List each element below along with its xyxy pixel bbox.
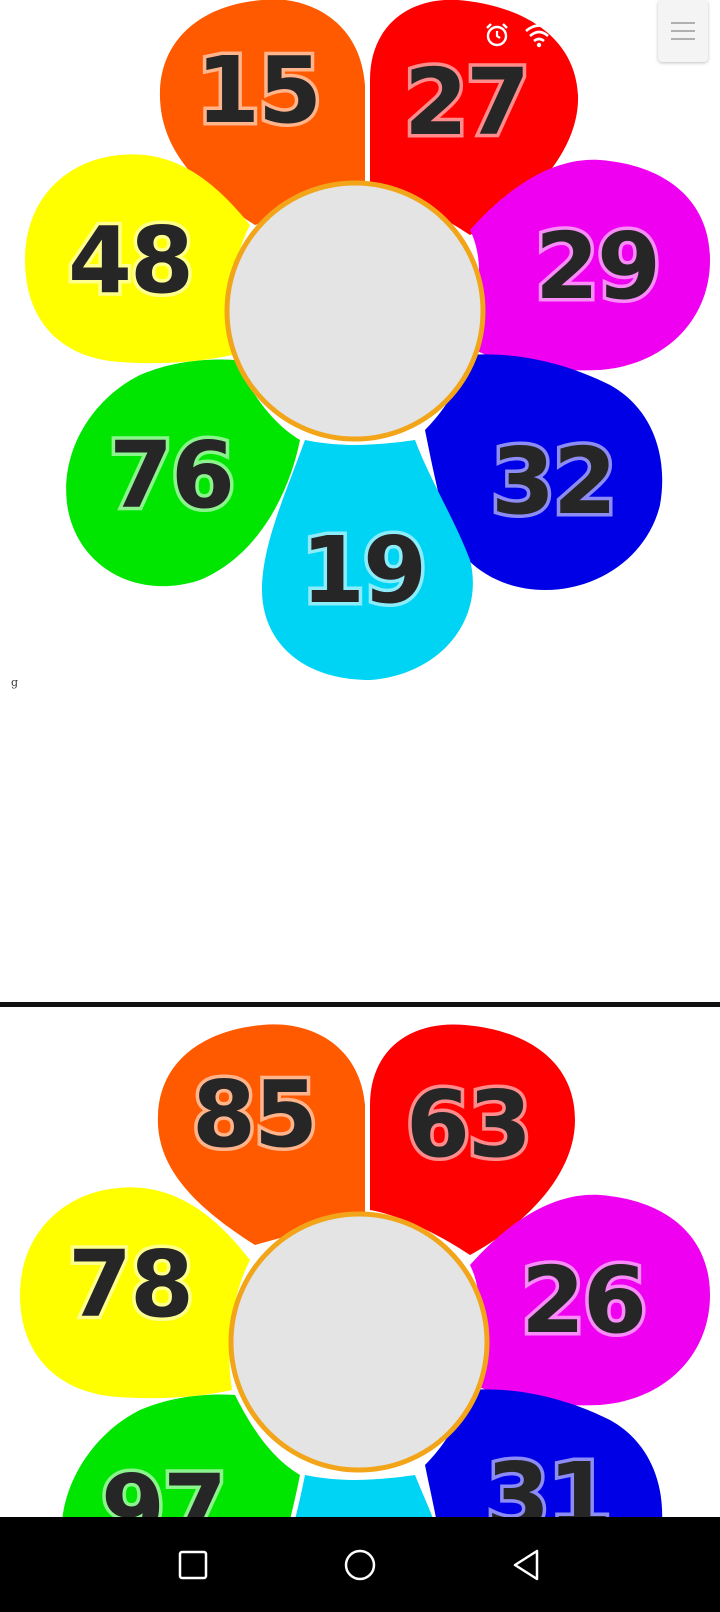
back-icon — [513, 1549, 538, 1580]
home-icon — [344, 1549, 376, 1580]
petal-number: 32 — [491, 428, 615, 535]
petal-number: 29 — [535, 213, 659, 320]
status-icons — [484, 22, 554, 48]
small-label: g — [11, 676, 19, 689]
petal-number: 27 — [404, 49, 528, 156]
flower-top: 15 27 29 32 19 76 48 — [25, 0, 710, 680]
flower-center — [228, 1211, 490, 1473]
petal-78: 78 — [20, 1187, 250, 1399]
petal-number: 15 — [196, 37, 320, 144]
petal-number: 63 — [406, 1071, 530, 1178]
back-button[interactable] — [497, 1535, 557, 1595]
recent-apps-button[interactable] — [163, 1535, 223, 1595]
hamburger-menu-button[interactable] — [658, 0, 708, 62]
alarm-icon — [486, 23, 508, 47]
navigation-bar — [0, 1517, 720, 1612]
petal-number: 78 — [68, 1231, 192, 1338]
recent-apps-icon — [179, 1550, 208, 1579]
petal-number: 26 — [521, 1247, 645, 1354]
home-button[interactable] — [330, 1535, 390, 1595]
petal-number: 48 — [68, 207, 192, 314]
flower-bottom: 85 63 26 31 97 78 — [20, 1024, 710, 1566]
petal-number: 76 — [109, 422, 233, 529]
hamburger-menu-icon — [671, 22, 695, 40]
petal-number: 19 — [301, 517, 425, 624]
wifi-icon — [525, 24, 553, 48]
section-divider — [0, 1002, 720, 1007]
flower-center — [224, 180, 486, 442]
petal-number: 85 — [192, 1061, 316, 1168]
